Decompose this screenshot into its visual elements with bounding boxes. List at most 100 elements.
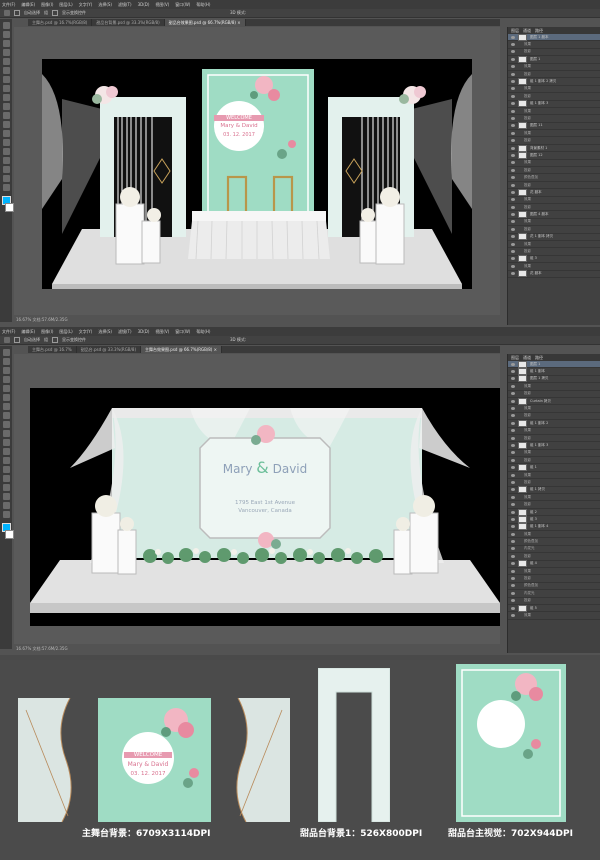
render-main-stage[interactable]: Mary & David 1795 East 1st Avenue Vancou…	[30, 388, 500, 626]
group-select[interactable]: 组	[44, 10, 48, 16]
tab-dessert-2[interactable]: 甜品台.psd @ 33.3%(RGB/8)	[77, 346, 142, 353]
tab-main-stage-2[interactable]: 主舞台.psd @ 16.7%	[28, 346, 77, 353]
visibility-eye-icon[interactable]	[511, 443, 515, 447]
menu-window[interactable]: 窗口(W)	[175, 2, 190, 8]
layer-row[interactable]: 颜色叠加	[508, 538, 600, 546]
layer-row[interactable]: 效果	[508, 472, 600, 480]
visibility-eye-icon[interactable]	[511, 272, 515, 276]
layer-row[interactable]: 组 1 副本 2	[508, 419, 600, 428]
visibility-eye-icon[interactable]	[511, 161, 515, 165]
menu-help[interactable]: 帮助(H)	[196, 2, 210, 8]
layer-row[interactable]: 组 1 副本 3	[508, 100, 600, 108]
menu-edit-2[interactable]: 编辑(E)	[21, 329, 35, 335]
visibility-eye-icon[interactable]	[511, 35, 515, 39]
layer-row[interactable]: 效果	[508, 108, 600, 116]
menu-edit[interactable]: 编辑(E)	[21, 2, 35, 8]
layer-row[interactable]: 图层 4 副本	[508, 211, 600, 219]
visibility-eye-icon[interactable]	[511, 257, 515, 261]
layer-row[interactable]: 图层 11	[508, 122, 600, 131]
layer-row[interactable]: 组 1 拷贝	[508, 486, 600, 495]
dodge-icon[interactable]	[2, 130, 10, 137]
path-select-icon[interactable]	[2, 157, 10, 164]
visibility-eye-icon[interactable]	[511, 124, 515, 128]
layer-row[interactable]: 花 副本	[508, 270, 600, 278]
shape-icon-2[interactable]	[2, 493, 10, 500]
shape-icon[interactable]	[2, 166, 10, 173]
render-dessert-table[interactable]: WELCOME Mary & David 03. 12. 2017	[42, 59, 472, 289]
lasso-icon-2[interactable]	[2, 367, 10, 374]
visibility-eye-icon[interactable]	[511, 466, 515, 470]
visibility-eye-icon[interactable]	[511, 436, 515, 440]
lasso-icon[interactable]	[2, 40, 10, 47]
visibility-eye-icon[interactable]	[511, 480, 515, 484]
crop-icon[interactable]	[2, 58, 10, 65]
visibility-eye-icon[interactable]	[511, 451, 515, 455]
show-transform-checkbox-2[interactable]	[52, 337, 58, 343]
marquee-icon-2[interactable]	[2, 358, 10, 365]
visibility-eye-icon[interactable]	[511, 190, 515, 194]
background-color-swatch-2[interactable]	[4, 530, 14, 539]
move-icon-2[interactable]	[2, 349, 10, 356]
menu-layer[interactable]: 图层(L)	[59, 2, 72, 8]
visibility-eye-icon[interactable]	[511, 362, 515, 366]
menu-layer-2[interactable]: 图层(L)	[59, 329, 72, 335]
layer-row[interactable]: 效果	[508, 219, 600, 227]
tab-main-stage-render[interactable]: 主舞台效果图.psd @ 66.7%(RGB/8) ×	[141, 346, 222, 353]
layer-row[interactable]: 组 5	[508, 604, 600, 613]
hand-icon[interactable]	[2, 175, 10, 182]
tab-main-stage[interactable]: 主舞台.psd @ 16.7%(RGB/8)	[28, 19, 93, 26]
visibility-eye-icon[interactable]	[511, 72, 515, 76]
layer-row[interactable]: 组 1 副本 4	[508, 523, 600, 531]
menu-file[interactable]: 文件(F)	[2, 2, 15, 8]
visibility-eye-icon[interactable]	[511, 517, 515, 521]
visibility-eye-icon[interactable]	[511, 220, 515, 224]
type-icon[interactable]	[2, 148, 10, 155]
visibility-eye-icon[interactable]	[511, 109, 515, 113]
pen-icon[interactable]	[2, 139, 10, 146]
layer-row[interactable]: 效果	[508, 64, 600, 71]
visibility-eye-icon[interactable]	[511, 392, 515, 396]
layer-row[interactable]: 效果	[508, 197, 600, 204]
visibility-eye-icon[interactable]	[511, 577, 515, 581]
menu-filter[interactable]: 滤镜(T)	[118, 2, 132, 8]
healing-icon-2[interactable]	[2, 403, 10, 410]
menu-view[interactable]: 视图(V)	[155, 2, 169, 8]
brush-icon-2[interactable]	[2, 412, 10, 419]
layer-row[interactable]: 花 1 副本 拷贝	[508, 233, 600, 241]
visibility-eye-icon[interactable]	[511, 87, 515, 91]
visibility-eye-icon[interactable]	[511, 429, 515, 433]
layer-row[interactable]: 效果	[508, 531, 600, 539]
layer-row[interactable]: 效果	[508, 494, 600, 502]
visibility-eye-icon[interactable]	[511, 43, 515, 47]
visibility-eye-icon[interactable]	[511, 584, 515, 588]
menu-image[interactable]: 图像(I)	[41, 2, 53, 8]
visibility-eye-icon[interactable]	[511, 599, 515, 603]
layer-row[interactable]: 内发光	[508, 590, 600, 598]
brush-icon[interactable]	[2, 85, 10, 92]
visibility-eye-icon[interactable]	[511, 116, 515, 120]
layer-row[interactable]: 投影	[508, 167, 600, 175]
move-tool-icon[interactable]	[4, 10, 10, 16]
visibility-eye-icon[interactable]	[511, 168, 515, 172]
visibility-eye-icon[interactable]	[511, 540, 515, 544]
layer-row[interactable]: 效果	[508, 241, 600, 249]
eraser-icon-2[interactable]	[2, 439, 10, 446]
layer-row[interactable]: 组 4	[508, 560, 600, 568]
layer-row[interactable]: 效果	[508, 383, 600, 391]
menu-image-2[interactable]: 图像(I)	[41, 329, 53, 335]
menu-3d-2[interactable]: 3D(D)	[138, 329, 150, 334]
menu-window-2[interactable]: 窗口(W)	[175, 329, 190, 335]
visibility-eye-icon[interactable]	[511, 473, 515, 477]
menu-help-2[interactable]: 帮助(H)	[196, 329, 210, 335]
visibility-eye-icon[interactable]	[511, 503, 515, 507]
visibility-eye-icon[interactable]	[511, 227, 515, 231]
path-select-icon-2[interactable]	[2, 484, 10, 491]
visibility-eye-icon[interactable]	[511, 153, 515, 157]
eraser-icon[interactable]	[2, 112, 10, 119]
pen-icon-2[interactable]	[2, 466, 10, 473]
visibility-eye-icon[interactable]	[511, 525, 515, 529]
layer-row[interactable]: 效果	[508, 130, 600, 138]
healing-icon[interactable]	[2, 76, 10, 83]
visibility-eye-icon[interactable]	[511, 421, 515, 425]
stamp-icon[interactable]	[2, 94, 10, 101]
